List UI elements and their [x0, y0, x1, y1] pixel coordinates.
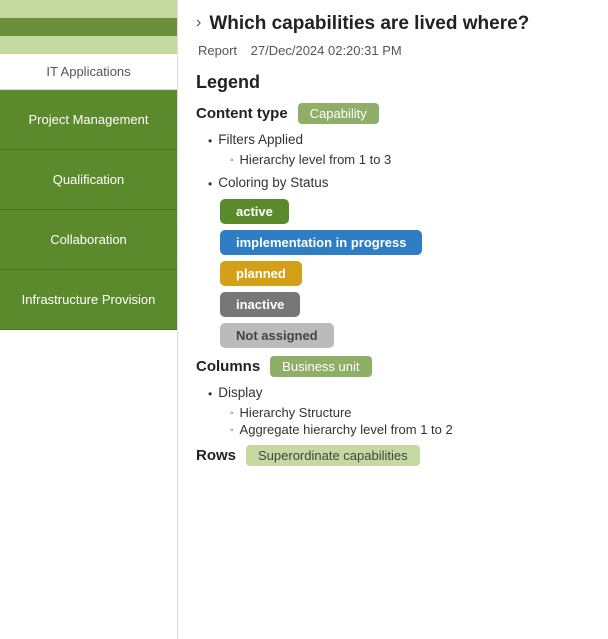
- coloring-label: Coloring by Status: [218, 175, 328, 190]
- display-hierarchy-item: ◦ Hierarchy Structure: [230, 405, 590, 420]
- sidebar-item-it-applications[interactable]: IT Applications: [0, 54, 177, 90]
- status-planned-badge: planned: [220, 261, 302, 286]
- display-aggregate-item: ◦ Aggregate hierarchy level from 1 to 2: [230, 422, 590, 437]
- hierarchy-filter-item: ◦ Hierarchy level from 1 to 3: [230, 152, 590, 167]
- bullet-dot-coloring: •: [208, 177, 212, 191]
- display-label: Display: [218, 385, 262, 400]
- main-content: › Which capabilities are lived where? Re…: [178, 0, 608, 639]
- report-header: › Which capabilities are lived where?: [196, 12, 590, 37]
- display-sub-list: ◦ Hierarchy Structure ◦ Aggregate hierar…: [230, 405, 590, 437]
- sub-dot-2: ◦: [230, 425, 234, 436]
- rows-label: Rows: [196, 447, 236, 464]
- sidebar-stripe-1: [0, 0, 177, 18]
- sidebar: IT Applications Project Management Quali…: [0, 0, 178, 639]
- report-type: Report: [198, 43, 237, 58]
- status-badges: active implementation in progress planne…: [220, 199, 590, 348]
- display-hierarchy-label: Hierarchy Structure: [240, 405, 352, 420]
- business-unit-badge: Business unit: [270, 356, 371, 377]
- filters-applied-item: • Filters Applied: [208, 132, 590, 148]
- sidebar-stripe-3: [0, 36, 177, 54]
- hierarchy-filter-label: Hierarchy level from 1 to 3: [240, 152, 392, 167]
- sidebar-stripes: [0, 0, 177, 54]
- filters-applied-label: Filters Applied: [218, 132, 303, 147]
- report-date: 27/Dec/2024 02:20:31 PM: [251, 43, 402, 58]
- sidebar-item-label: Project Management: [29, 112, 149, 127]
- legend-title: Legend: [196, 72, 590, 93]
- sidebar-item-infrastructure-provision[interactable]: Infrastructure Provision: [0, 270, 177, 330]
- display-item: • Display: [208, 385, 590, 401]
- filters-section: • Filters Applied ◦ Hierarchy level from…: [208, 132, 590, 167]
- capability-badge: Capability: [298, 103, 379, 124]
- display-section: • Display ◦ Hierarchy Structure ◦ Aggreg…: [208, 385, 590, 437]
- content-type-row: Content type Capability: [196, 103, 590, 124]
- coloring-item: • Coloring by Status: [208, 175, 590, 191]
- filters-sub-list: ◦ Hierarchy level from 1 to 3: [230, 152, 590, 167]
- coloring-section: • Coloring by Status: [208, 175, 590, 191]
- report-meta: Report 27/Dec/2024 02:20:31 PM: [196, 43, 590, 58]
- status-not-assigned-badge: Not assigned: [220, 323, 334, 348]
- sidebar-item-label: IT Applications: [46, 64, 130, 79]
- sidebar-item-collaboration[interactable]: Collaboration: [0, 210, 177, 270]
- sidebar-item-project-management[interactable]: Project Management: [0, 90, 177, 150]
- columns-row: Columns Business unit: [196, 356, 590, 377]
- sidebar-item-label: Collaboration: [50, 232, 127, 247]
- rows-row: Rows Superordinate capabilities: [196, 445, 590, 466]
- bullet-dot: •: [208, 134, 212, 148]
- sidebar-stripe-2: [0, 18, 177, 36]
- status-implementation-badge: implementation in progress: [220, 230, 422, 255]
- chevron-right-icon[interactable]: ›: [196, 14, 201, 32]
- sub-dot-1: ◦: [230, 408, 234, 419]
- status-inactive-badge: inactive: [220, 292, 300, 317]
- sidebar-item-qualification[interactable]: Qualification: [0, 150, 177, 210]
- sidebar-item-label: Qualification: [53, 172, 125, 187]
- report-title: Which capabilities are lived where?: [209, 12, 529, 37]
- sub-dot: ◦: [230, 155, 234, 166]
- columns-label: Columns: [196, 358, 260, 375]
- status-active-badge: active: [220, 199, 289, 224]
- content-type-label: Content type: [196, 105, 288, 122]
- sidebar-item-label: Infrastructure Provision: [22, 292, 156, 307]
- bullet-dot-display: •: [208, 387, 212, 401]
- display-aggregate-label: Aggregate hierarchy level from 1 to 2: [240, 422, 453, 437]
- superordinate-badge: Superordinate capabilities: [246, 445, 420, 466]
